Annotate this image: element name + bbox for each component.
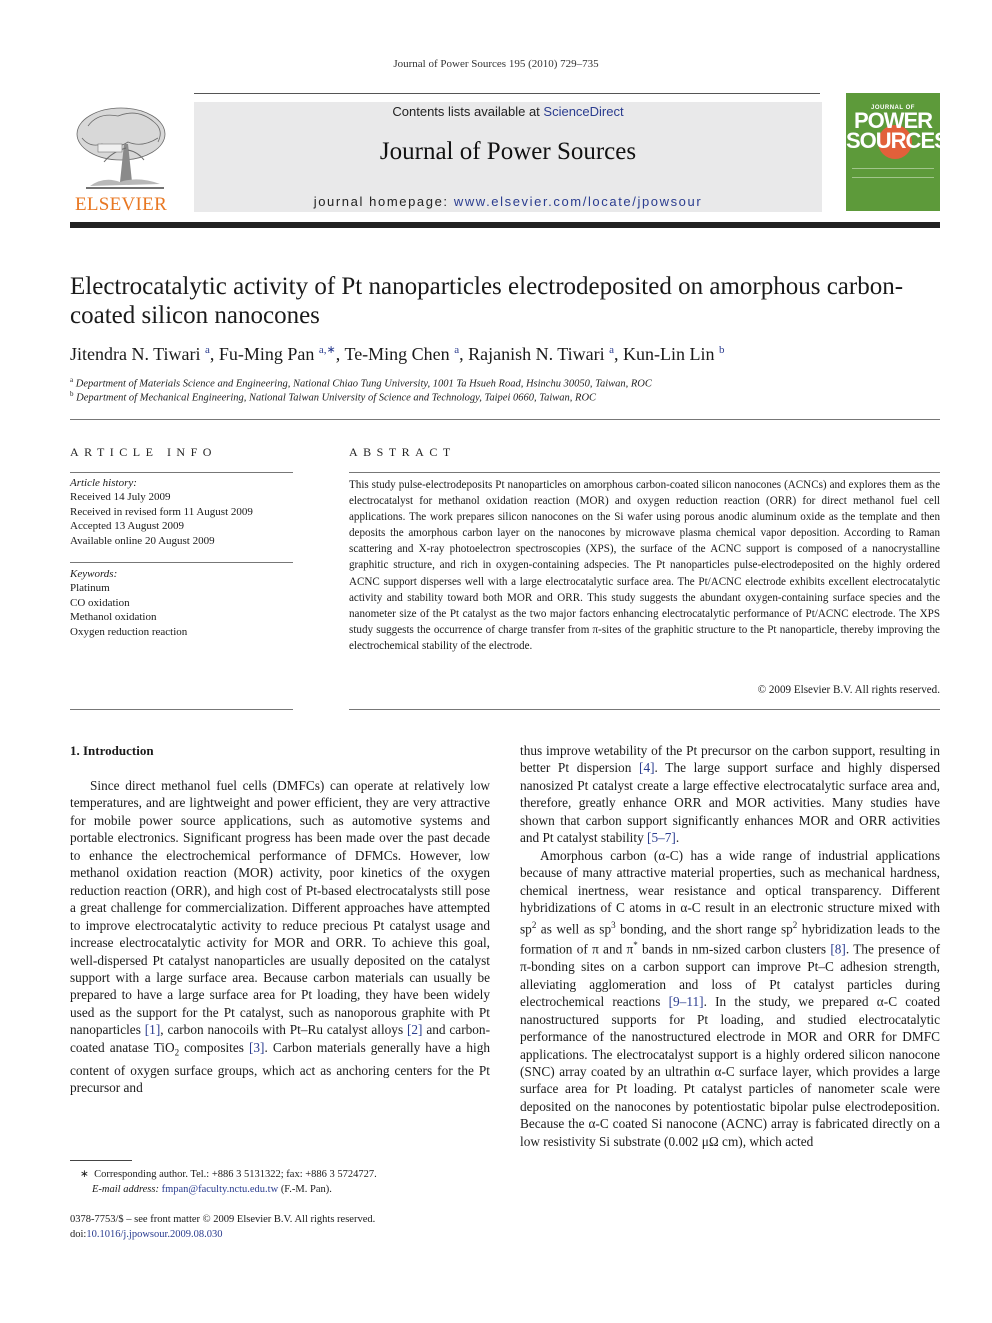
citation-link[interactable]: [9–11] xyxy=(669,994,704,1009)
history-item: Received 14 July 2009 xyxy=(70,491,171,504)
article-history: Article history: Received 14 July 2009 R… xyxy=(70,476,300,548)
history-item: Available online 20 August 2009 xyxy=(70,534,215,547)
doi-link[interactable]: 10.1016/j.jpowsour.2009.08.030 xyxy=(86,1229,222,1240)
citation-link[interactable]: [1] xyxy=(145,1022,161,1037)
abstract-copyright: © 2009 Elsevier B.V. All rights reserved… xyxy=(757,684,940,696)
header-thick-rule xyxy=(70,222,940,228)
keywords: Keywords: Platinum CO oxidation Methanol… xyxy=(70,567,300,639)
body-column-right: thus improve wetability of the Pt precur… xyxy=(520,742,940,1150)
section-heading-introduction: 1. Introduction xyxy=(70,743,154,758)
divider xyxy=(70,472,293,473)
citation-link[interactable]: [4] xyxy=(639,760,655,775)
cover-title: POWER SOURCES xyxy=(846,108,940,153)
author-list: Jitendra N. Tiwari a, Fu-Ming Pan a,∗, T… xyxy=(70,344,725,364)
author: Jitendra N. Tiwari a xyxy=(70,344,210,364)
doi-line: doi:10.1016/j.jpowsour.2009.08.030 xyxy=(70,1229,223,1240)
keyword: Platinum xyxy=(70,582,110,595)
journal-title: Journal of Power Sources xyxy=(379,138,637,165)
keywords-label: Keywords: xyxy=(70,568,118,580)
article-info-heading: ARTICLE INFO xyxy=(70,445,217,459)
body-column-left: Since direct methanol fuel cells (DMFCs)… xyxy=(70,777,490,1097)
citation-link[interactable]: [2] xyxy=(407,1022,423,1037)
top-divider xyxy=(194,93,820,94)
author: Fu-Ming Pan a,∗ xyxy=(218,344,336,364)
issn-doi-block: 0378-7753/$ – see front matter © 2009 El… xyxy=(70,1212,490,1242)
keyword: CO oxidation xyxy=(70,596,130,609)
article-title: Electrocatalytic activity of Pt nanopart… xyxy=(70,273,904,329)
divider xyxy=(70,709,293,710)
journal-homepage: journal homepage: www.elsevier.com/locat… xyxy=(194,194,822,209)
contents-prefix: Contents lists available at xyxy=(392,104,544,119)
journal-cover-image: JOURNAL OF POWER SOURCES xyxy=(846,93,940,211)
issn-line: 0378-7753/$ – see front matter © 2009 El… xyxy=(70,1214,376,1225)
citation-link[interactable]: [8] xyxy=(830,942,846,957)
cover-subtitle-lines xyxy=(852,168,934,178)
divider xyxy=(349,709,940,710)
citation-link[interactable]: [3] xyxy=(249,1040,265,1055)
affiliation: b Department of Mechanical Engineering, … xyxy=(70,390,597,404)
footnotes: ∗ Corresponding author. Tel.: +886 3 513… xyxy=(70,1168,490,1197)
elsevier-logo: ELSEVIER xyxy=(68,104,174,216)
affiliation: a Department of Materials Science and En… xyxy=(70,376,652,390)
divider xyxy=(70,419,940,420)
tree-icon xyxy=(76,107,166,189)
paragraph: thus improve wetability of the Pt precur… xyxy=(520,743,940,846)
abstract-text: This study pulse-electrodeposits Pt nano… xyxy=(349,479,940,652)
homepage-prefix: journal homepage: xyxy=(313,194,454,209)
contents-line: Contents lists available at ScienceDirec… xyxy=(194,104,822,119)
divider xyxy=(70,562,293,563)
email-link[interactable]: fmpan@faculty.nctu.edu.tw xyxy=(162,1184,279,1195)
abstract-heading: ABSTRACT xyxy=(349,445,456,459)
sciencedirect-link[interactable]: ScienceDirect xyxy=(543,104,623,119)
keyword: Methanol oxidation xyxy=(70,611,157,624)
citation-link[interactable]: [5–7] xyxy=(647,830,676,845)
footnote-divider xyxy=(70,1160,132,1161)
history-item: Received in revised form 11 August 2009 xyxy=(70,505,253,518)
paragraph: Since direct methanol fuel cells (DMFCs)… xyxy=(70,778,491,1096)
divider xyxy=(349,472,940,473)
homepage-link[interactable]: www.elsevier.com/locate/jpowsour xyxy=(454,194,702,209)
running-head: Journal of Power Sources 195 (2010) 729–… xyxy=(393,58,599,70)
paragraph: Amorphous carbon (α-C) has a wide range … xyxy=(520,847,940,1149)
history-label: Article history: xyxy=(70,477,137,489)
history-item: Accepted 13 August 2009 xyxy=(70,520,184,533)
author: Kun-Lin Lin b xyxy=(622,344,725,364)
keyword: Oxygen reduction reaction xyxy=(70,625,188,638)
elsevier-wordmark: ELSEVIER xyxy=(74,194,168,215)
author: Te-Ming Chen a xyxy=(344,344,460,364)
author: Rajanish N. Tiwari a xyxy=(468,344,614,364)
journal-banner: Contents lists available at ScienceDirec… xyxy=(194,102,822,212)
email-note: E-mail address: fmpan@faculty.nctu.edu.t… xyxy=(92,1183,332,1195)
corresponding-author-note: ∗ Corresponding author. Tel.: +886 3 513… xyxy=(80,1169,377,1180)
